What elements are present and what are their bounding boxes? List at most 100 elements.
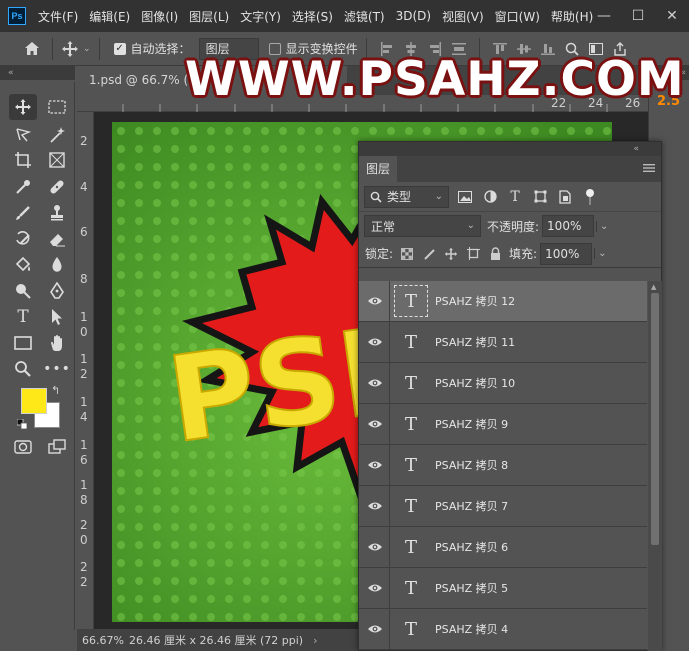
text-layer-thumbnail[interactable]: T xyxy=(394,367,428,399)
lasso-tool[interactable] xyxy=(9,122,37,148)
layer-name[interactable]: PSAHZ 拷贝 10 xyxy=(435,375,515,391)
swap-colors-icon[interactable]: ↰ xyxy=(51,384,60,397)
layer-row[interactable]: T PSAHZ 拷贝 4 xyxy=(359,609,647,650)
layers-scrollbar[interactable]: ▲ xyxy=(648,281,662,651)
default-colors-icon[interactable] xyxy=(17,419,27,429)
more-tools-button[interactable]: ••• xyxy=(43,356,71,382)
menu-image[interactable]: 图像(I) xyxy=(141,8,178,25)
status-menu-arrow[interactable]: › xyxy=(313,634,317,647)
eye-icon[interactable] xyxy=(367,417,383,431)
filter-type-icon[interactable]: T xyxy=(506,188,524,206)
layer-row[interactable]: T PSAHZ 拷贝 5 xyxy=(359,568,647,609)
layer-row[interactable]: T PSAHZ 拷贝 6 xyxy=(359,527,647,568)
scrollbar-thumb[interactable] xyxy=(651,293,659,545)
text-layer-thumbnail[interactable]: T xyxy=(394,613,428,645)
paint-bucket-tool[interactable] xyxy=(9,252,37,278)
filter-smart-object-icon[interactable] xyxy=(556,188,574,206)
filter-adjustment-icon[interactable] xyxy=(481,188,499,206)
eye-icon[interactable] xyxy=(367,540,383,554)
lock-position-icon[interactable] xyxy=(443,246,459,262)
menu-window[interactable]: 窗口(W) xyxy=(495,8,540,25)
fill-slider-toggle[interactable]: ⌄ xyxy=(594,248,606,259)
eye-icon[interactable] xyxy=(367,622,383,636)
opacity-slider-toggle[interactable]: ⌄ xyxy=(596,220,608,232)
clone-stamp-tool[interactable] xyxy=(43,200,71,226)
layer-row[interactable]: T PSAHZ 拷贝 7 xyxy=(359,486,647,527)
eye-icon[interactable] xyxy=(367,581,383,595)
layer-row[interactable]: T PSAHZ 拷贝 9 xyxy=(359,404,647,445)
menu-select[interactable]: 选择(S) xyxy=(292,8,333,25)
lock-artboard-icon[interactable] xyxy=(465,246,481,262)
layer-name[interactable]: PSAHZ 拷贝 8 xyxy=(435,457,508,473)
blend-mode-dropdown[interactable]: 正常 ⌄ xyxy=(364,215,481,237)
lock-image-pixels-icon[interactable] xyxy=(421,246,437,262)
filter-pixel-icon[interactable] xyxy=(456,188,474,206)
blur-tool[interactable] xyxy=(43,252,71,278)
dodge-tool[interactable] xyxy=(9,278,37,304)
menu-3d[interactable]: 3D(D) xyxy=(396,9,431,23)
hand-tool[interactable] xyxy=(43,330,71,356)
eyedropper-tool[interactable] xyxy=(9,174,37,200)
layer-name[interactable]: PSAHZ 拷贝 5 xyxy=(435,580,508,596)
maximize-button[interactable]: ☐ xyxy=(621,0,655,32)
eye-icon[interactable] xyxy=(367,335,383,349)
path-selection-tool[interactable] xyxy=(43,304,71,330)
quick-mask-button[interactable] xyxy=(9,434,37,460)
healing-brush-tool[interactable] xyxy=(43,174,71,200)
eye-icon[interactable] xyxy=(367,376,383,390)
menu-filter[interactable]: 滤镜(T) xyxy=(344,8,385,25)
vertical-ruler[interactable]: 2 4 6 8 1 0 1 2 1 4 1 6 1 8 2 0 2 2 xyxy=(77,112,94,629)
zoom-tool[interactable] xyxy=(9,356,37,382)
lock-transparent-pixels-icon[interactable] xyxy=(399,246,415,262)
screen-mode-button[interactable] xyxy=(43,434,71,460)
text-layer-thumbnail[interactable]: T xyxy=(394,449,428,481)
menu-edit[interactable]: 编辑(E) xyxy=(89,8,130,25)
layer-name[interactable]: PSAHZ 拷贝 11 xyxy=(435,334,515,350)
text-layer-thumbnail[interactable]: T xyxy=(394,326,428,358)
pen-tool[interactable] xyxy=(43,278,71,304)
layer-row[interactable]: T PSAHZ 拷贝 11 xyxy=(359,322,647,363)
filter-toggle-icon[interactable] xyxy=(581,188,599,206)
opacity-field[interactable]: 100% xyxy=(542,215,595,237)
type-tool[interactable]: T xyxy=(9,304,37,330)
filter-shape-icon[interactable] xyxy=(531,188,549,206)
foreground-color-swatch[interactable] xyxy=(21,388,47,414)
layer-name[interactable]: PSAHZ 拷贝 12 xyxy=(435,293,515,309)
rectangle-tool[interactable] xyxy=(9,330,37,356)
text-layer-thumbnail[interactable]: T xyxy=(394,572,428,604)
lock-all-icon[interactable] xyxy=(487,246,503,262)
menu-file[interactable]: 文件(F) xyxy=(38,8,78,25)
layers-panel-collapse-button[interactable]: « xyxy=(359,142,661,156)
auto-select-checkbox[interactable]: ✓ xyxy=(113,42,126,55)
move-tool[interactable] xyxy=(9,94,37,120)
menu-type[interactable]: 文字(Y) xyxy=(240,8,281,25)
layer-name[interactable]: PSAHZ 拷贝 9 xyxy=(435,416,508,432)
frame-tool[interactable] xyxy=(43,147,71,173)
layer-row[interactable]: T PSAHZ 拷贝 12 xyxy=(359,281,647,322)
fill-field[interactable]: 100% xyxy=(540,242,593,265)
layer-row[interactable]: T PSAHZ 拷贝 8 xyxy=(359,445,647,486)
eye-icon[interactable] xyxy=(367,458,383,472)
home-icon[interactable] xyxy=(20,37,44,61)
marquee-tool[interactable] xyxy=(43,94,71,120)
menu-view[interactable]: 视图(V) xyxy=(442,8,484,25)
panel-menu-icon[interactable] xyxy=(643,162,655,174)
text-layer-thumbnail[interactable]: T xyxy=(394,531,428,563)
tool-preset-picker[interactable]: ⌄ xyxy=(61,40,91,58)
minimize-button[interactable]: — xyxy=(587,0,621,32)
scroll-up-icon[interactable]: ▲ xyxy=(651,283,656,291)
eraser-tool[interactable] xyxy=(43,226,71,252)
layer-name[interactable]: PSAHZ 拷贝 4 xyxy=(435,621,508,637)
layer-name[interactable]: PSAHZ 拷贝 7 xyxy=(435,498,508,514)
text-layer-thumbnail[interactable]: T xyxy=(394,285,428,317)
layer-filter-dropdown[interactable]: 类型 ⌄ xyxy=(364,185,449,208)
text-layer-thumbnail[interactable]: T xyxy=(394,490,428,522)
layer-name[interactable]: PSAHZ 拷贝 6 xyxy=(435,539,508,555)
tab-layers[interactable]: 图层 xyxy=(359,156,397,182)
toolbar-collapse-button[interactable]: « xyxy=(0,66,75,80)
eye-icon[interactable] xyxy=(367,499,383,513)
magic-wand-tool[interactable] xyxy=(43,122,71,148)
history-brush-tool[interactable] xyxy=(9,226,37,252)
brush-tool[interactable] xyxy=(9,200,37,226)
eye-icon[interactable] xyxy=(367,294,383,308)
